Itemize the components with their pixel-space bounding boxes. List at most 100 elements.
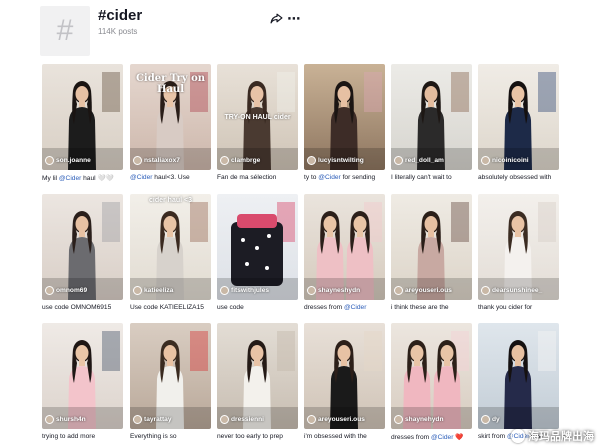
- author-name[interactable]: nstaliaxox7: [144, 157, 180, 164]
- video-caption[interactable]: ty to @Cider for sending: [304, 174, 388, 181]
- video-card[interactable]: areyouseri.ous i'm obsessed with the: [304, 323, 385, 447]
- more-options-icon[interactable]: ⋯: [286, 10, 302, 26]
- avatar[interactable]: [307, 156, 316, 165]
- author-row[interactable]: shaynehydn: [394, 415, 443, 424]
- avatar[interactable]: [307, 415, 316, 424]
- video-caption[interactable]: use code: [217, 304, 301, 311]
- video-card[interactable]: shursh4n trying to add more: [42, 323, 123, 447]
- video-card[interactable]: lucyisntwilting ty to @Cider for sending: [304, 64, 385, 188]
- avatar[interactable]: [45, 286, 54, 295]
- video-thumbnail[interactable]: dressienni: [217, 323, 298, 429]
- avatar[interactable]: [481, 156, 490, 165]
- video-caption[interactable]: dresses from @Cider: [304, 304, 388, 311]
- author-row[interactable]: dy: [481, 415, 500, 424]
- video-caption[interactable]: dresses from @Cider ❤️: [391, 433, 475, 441]
- video-thumbnail[interactable]: dearsunshinee_: [478, 194, 559, 300]
- author-name[interactable]: katieeliza: [144, 287, 173, 294]
- video-caption[interactable]: Fan de ma sélection: [217, 174, 301, 181]
- video-thumbnail[interactable]: Cider Try on Haul nstaliaxox7: [130, 64, 211, 170]
- avatar[interactable]: [394, 156, 403, 165]
- video-caption[interactable]: I literally can't wait to: [391, 174, 475, 181]
- video-thumbnail[interactable]: cider haul <3 katieeliza: [130, 194, 211, 300]
- video-caption[interactable]: Use code KATIEELIZA15: [130, 304, 214, 311]
- author-name[interactable]: shayneshydn: [318, 287, 360, 294]
- video-card[interactable]: nicoinicoini absolutely obsessed with: [478, 64, 559, 188]
- video-thumbnail[interactable]: fitswithjules: [217, 194, 298, 300]
- avatar[interactable]: [220, 415, 229, 424]
- video-caption[interactable]: My lil @Cider haul 🤍🤍: [42, 174, 126, 182]
- video-caption[interactable]: thank you cider for: [478, 304, 562, 311]
- video-caption[interactable]: i'm obsessed with the: [304, 433, 388, 440]
- avatar[interactable]: [394, 415, 403, 424]
- author-row[interactable]: son.joanne: [45, 156, 91, 165]
- video-card[interactable]: shaynehydn dresses from @Cider ❤️: [391, 323, 472, 447]
- video-card[interactable]: omnom69 use code OMNOM6915: [42, 194, 123, 318]
- author-name[interactable]: omnom69: [56, 287, 87, 294]
- video-card[interactable]: shayneshydn dresses from @Cider: [304, 194, 385, 318]
- author-name[interactable]: lucyisntwilting: [318, 157, 364, 164]
- avatar[interactable]: [133, 156, 142, 165]
- video-card[interactable]: areyouseri.ous i think these are the: [391, 194, 472, 318]
- author-name[interactable]: shaynehydn: [405, 416, 443, 423]
- video-card[interactable]: Cider Try on Haul nstaliaxox7 @Cider haul<…: [130, 64, 211, 188]
- mention-link[interactable]: @Cider: [318, 174, 340, 181]
- avatar[interactable]: [481, 286, 490, 295]
- mention-link[interactable]: @Cider: [59, 175, 81, 182]
- video-card[interactable]: fitswithjules use code: [217, 194, 298, 318]
- author-row[interactable]: fitswithjules: [220, 286, 269, 295]
- author-name[interactable]: fitswithjules: [231, 287, 269, 294]
- author-name[interactable]: shursh4n: [56, 416, 86, 423]
- video-card[interactable]: tayrattay Everything is so: [130, 323, 211, 447]
- author-name[interactable]: dressienni: [231, 416, 264, 423]
- author-row[interactable]: shursh4n: [45, 415, 86, 424]
- video-caption[interactable]: Everything is so: [130, 433, 214, 440]
- video-card[interactable]: red_doll_am I literally can't wait to: [391, 64, 472, 188]
- video-thumbnail[interactable]: nicoinicoini: [478, 64, 559, 170]
- author-name[interactable]: clambrge: [231, 157, 260, 164]
- share-icon[interactable]: [268, 10, 284, 26]
- author-row[interactable]: red_doll_am: [394, 156, 444, 165]
- video-thumbnail[interactable]: areyouseri.ous: [391, 194, 472, 300]
- avatar[interactable]: [133, 415, 142, 424]
- author-name[interactable]: son.joanne: [56, 157, 91, 164]
- author-name[interactable]: areyouseri.ous: [318, 416, 365, 423]
- author-name[interactable]: red_doll_am: [405, 157, 444, 164]
- author-row[interactable]: dressienni: [220, 415, 264, 424]
- author-row[interactable]: katieeliza: [133, 286, 173, 295]
- avatar[interactable]: [481, 415, 490, 424]
- author-row[interactable]: areyouseri.ous: [307, 415, 365, 424]
- video-thumbnail[interactable]: shursh4n: [42, 323, 123, 429]
- video-thumbnail[interactable]: shaynehydn: [391, 323, 472, 429]
- video-thumbnail[interactable]: red_doll_am: [391, 64, 472, 170]
- author-row[interactable]: lucyisntwilting: [307, 156, 364, 165]
- video-thumbnail[interactable]: TRY-ON HAUL cider clambrge: [217, 64, 298, 170]
- video-card[interactable]: dressienni never too early to prep: [217, 323, 298, 447]
- avatar[interactable]: [394, 286, 403, 295]
- avatar[interactable]: [45, 415, 54, 424]
- video-caption[interactable]: use code OMNOM6915: [42, 304, 126, 311]
- video-thumbnail[interactable]: shayneshydn: [304, 194, 385, 300]
- author-row[interactable]: nicoinicoini: [481, 156, 529, 165]
- video-caption[interactable]: i think these are the: [391, 304, 475, 311]
- author-row[interactable]: dearsunshinee_: [481, 286, 542, 295]
- author-row[interactable]: shayneshydn: [307, 286, 360, 295]
- mention-link[interactable]: @Cider: [431, 434, 453, 441]
- avatar[interactable]: [45, 156, 54, 165]
- author-row[interactable]: nstaliaxox7: [133, 156, 180, 165]
- author-name[interactable]: nicoinicoini: [492, 157, 529, 164]
- video-thumbnail[interactable]: tayrattay: [130, 323, 211, 429]
- author-row[interactable]: areyouseri.ous: [394, 286, 452, 295]
- avatar[interactable]: [133, 286, 142, 295]
- author-name[interactable]: areyouseri.ous: [405, 287, 452, 294]
- mention-link[interactable]: @Cider: [130, 174, 152, 181]
- video-thumbnail[interactable]: dy: [478, 323, 559, 429]
- video-thumbnail[interactable]: lucyisntwilting: [304, 64, 385, 170]
- video-thumbnail[interactable]: son.joanne: [42, 64, 123, 170]
- video-card[interactable]: dearsunshinee_thank you cider for: [478, 194, 559, 318]
- mention-link[interactable]: @Cider: [344, 304, 366, 311]
- video-caption[interactable]: trying to add more: [42, 433, 126, 440]
- avatar[interactable]: [307, 286, 316, 295]
- video-caption[interactable]: @Cider haul<3. Use: [130, 174, 214, 181]
- avatar[interactable]: [220, 156, 229, 165]
- video-thumbnail[interactable]: omnom69: [42, 194, 123, 300]
